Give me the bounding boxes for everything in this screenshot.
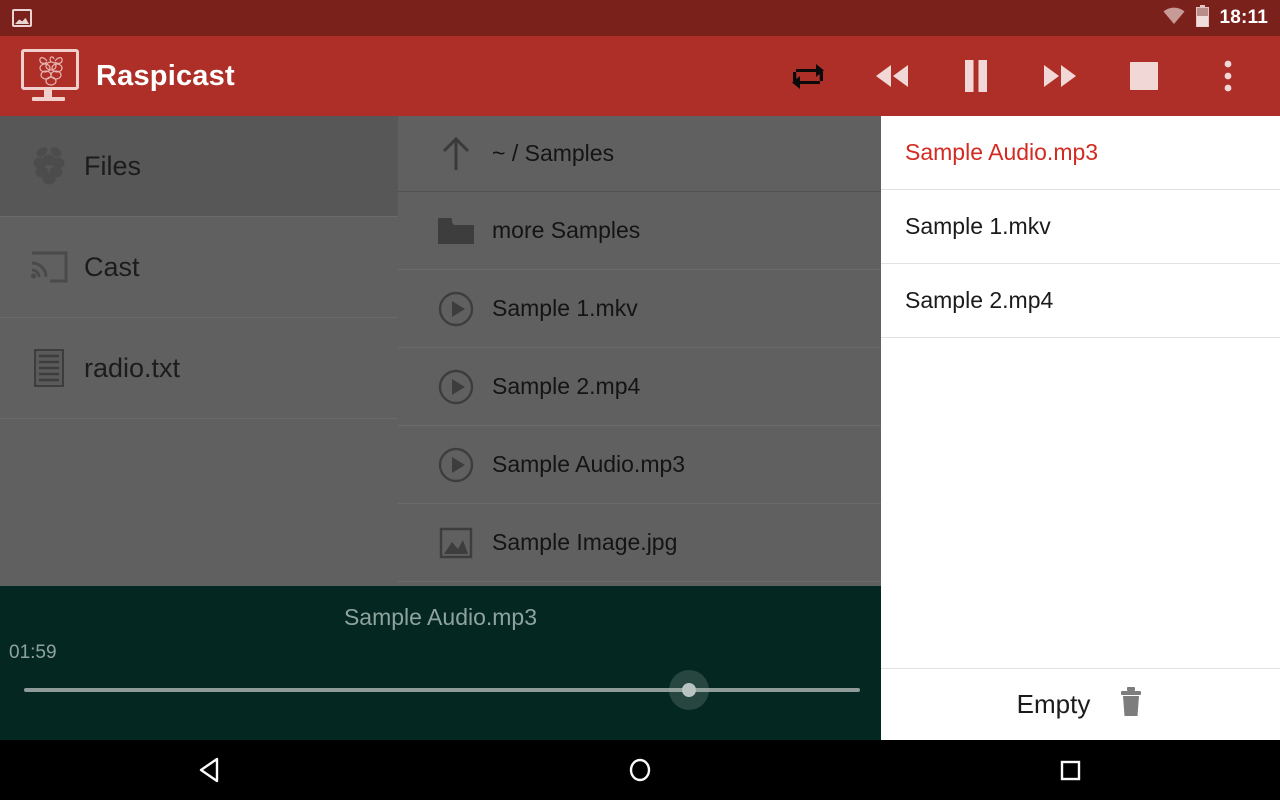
app-title: Raspicast: [96, 59, 235, 92]
empty-playlist-button[interactable]: Empty: [881, 668, 1280, 740]
app-bar-actions: [774, 36, 1262, 116]
raspberry-pi-icon: [20, 144, 78, 188]
text-file-icon: [20, 349, 78, 387]
play-circle-icon: [430, 369, 482, 405]
playlist-empty-space: [881, 338, 1280, 668]
image-icon: [430, 527, 482, 559]
play-circle-icon: [430, 447, 482, 483]
play-circle-icon: [430, 291, 482, 327]
player-bar: Sample Audio.mp3 01:59: [0, 586, 881, 740]
nav-home-button[interactable]: [565, 740, 715, 800]
trash-icon: [1118, 686, 1144, 723]
app-bar: Raspicast: [0, 36, 1280, 116]
sidebar-item-files[interactable]: Files: [0, 116, 398, 217]
file-row-sample-image[interactable]: Sample Image.jpg: [398, 504, 881, 582]
playlist-item-2[interactable]: Sample 2.mp4: [881, 264, 1280, 338]
playlist-panel: Sample Audio.mp3 Sample 1.mkv Sample 2.m…: [881, 116, 1280, 740]
file-name-label: Sample Image.jpg: [492, 529, 678, 555]
navigation-drawer: Files Cast radio.txt: [0, 116, 398, 586]
file-row-folder[interactable]: more Samples: [398, 192, 881, 270]
file-name-label: Sample 1.mkv: [492, 295, 638, 321]
repeat-button[interactable]: [774, 36, 842, 116]
stop-button[interactable]: [1110, 36, 1178, 116]
sidebar-item-label: radio.txt: [84, 352, 181, 383]
file-browser-path-up[interactable]: ~ / Samples: [398, 116, 881, 192]
content-area: Files Cast radio.txt ~ / Samples more Sa…: [0, 116, 1280, 740]
file-name-label: Sample 2.mp4: [492, 373, 641, 399]
sidebar-item-label: Files: [84, 150, 142, 181]
file-row-sample1[interactable]: Sample 1.mkv: [398, 270, 881, 348]
nav-back-button[interactable]: [135, 740, 285, 800]
seek-track: [24, 688, 860, 692]
rewind-button[interactable]: [858, 36, 926, 116]
drawer-empty-space: [0, 419, 398, 585]
pause-button[interactable]: [942, 36, 1010, 116]
status-bar-notifications: [12, 9, 32, 27]
folder-icon: [430, 216, 482, 246]
file-row-sample-audio[interactable]: Sample Audio.mp3: [398, 426, 881, 504]
raspberry-pi-monitor-logo: [18, 49, 82, 103]
playlist-item-label: Sample 1.mkv: [905, 213, 1051, 239]
playlist-item-label: Sample 2.mp4: [905, 287, 1054, 313]
playlist-item-1[interactable]: Sample 1.mkv: [881, 190, 1280, 264]
file-name-label: more Samples: [492, 217, 641, 243]
wifi-icon: [1162, 7, 1186, 30]
playlist-item-label: Sample Audio.mp3: [905, 139, 1099, 165]
status-bar: 18:11: [0, 0, 1280, 36]
overflow-menu-button[interactable]: [1194, 36, 1262, 116]
android-navigation-bar: [0, 740, 1280, 800]
current-path-label: ~ / Samples: [492, 140, 615, 166]
android-screen: 18:11 Raspicast Files Cast radio.txt ~ /…: [0, 0, 1280, 800]
file-name-label: Sample Audio.mp3: [492, 451, 686, 477]
status-bar-clock: 18:11: [1219, 7, 1268, 28]
seek-thumb[interactable]: [682, 683, 696, 697]
playlist-item-0[interactable]: Sample Audio.mp3: [881, 116, 1280, 190]
cast-icon: [20, 249, 78, 285]
arrow-up-icon: [430, 136, 482, 172]
image-notification-icon: [12, 9, 32, 27]
battery-icon: [1196, 4, 1210, 32]
now-playing-title: Sample Audio.mp3: [343, 604, 538, 630]
file-row-sample2[interactable]: Sample 2.mp4: [398, 348, 881, 426]
forward-button[interactable]: [1026, 36, 1094, 116]
sidebar-item-radio-txt[interactable]: radio.txt: [0, 318, 398, 419]
nav-recents-button[interactable]: [995, 740, 1145, 800]
sidebar-item-label: Cast: [84, 251, 140, 282]
status-bar-system: 18:11: [1162, 4, 1268, 32]
seek-slider[interactable]: [24, 670, 860, 710]
file-browser-list: ~ / Samples more Samples Sample 1.mkv Sa…: [398, 116, 881, 586]
empty-playlist-label: Empty: [1016, 689, 1091, 719]
sidebar-item-cast[interactable]: Cast: [0, 217, 398, 318]
playback-time: 01:59: [9, 642, 57, 663]
